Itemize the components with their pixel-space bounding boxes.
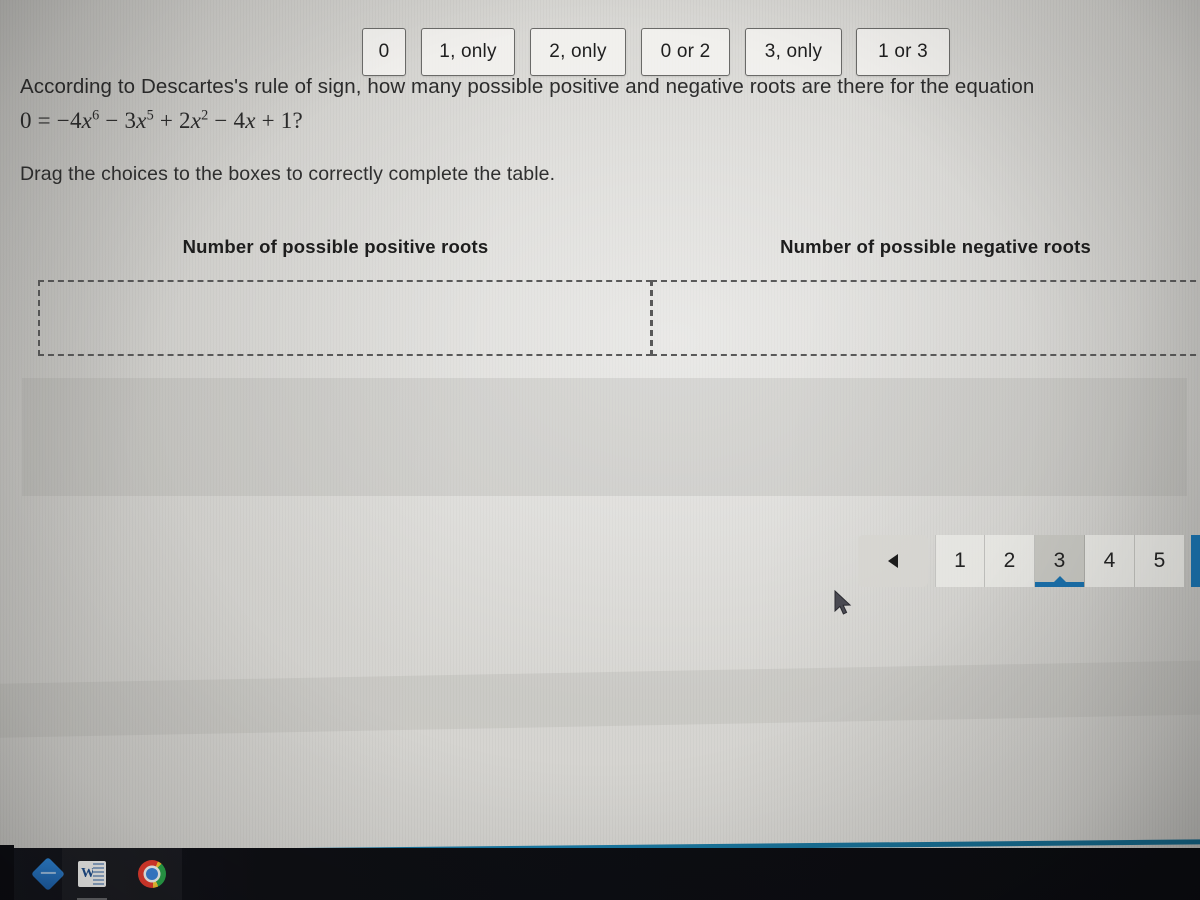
previous-page-button[interactable]: [858, 535, 928, 587]
page-number-button[interactable]: 5: [1135, 535, 1185, 587]
page-number-label: 1: [954, 549, 966, 572]
choices-tray: [22, 378, 1187, 496]
choice-tile[interactable]: 0 or 2: [641, 28, 730, 76]
choice-tiles: 0 1, only 2, only 0 or 2 3, only 1 or 3: [0, 0, 1200, 118]
page-number-button[interactable]: 2: [985, 535, 1035, 587]
taskbar-item-word[interactable]: W: [62, 848, 122, 900]
page-number-label: 4: [1103, 549, 1116, 572]
next-page-button[interactable]: [1191, 535, 1200, 587]
microsoft-word-icon: W: [78, 861, 106, 887]
negative-roots-dropzone[interactable]: [651, 280, 1200, 356]
page-number-strip: 1 2 3 4 5: [935, 535, 1185, 587]
choice-tile[interactable]: 1, only: [421, 28, 515, 76]
column-header-negative-roots: Number of possible negative roots: [780, 236, 1091, 257]
page-number-button[interactable]: 4: [1085, 535, 1135, 587]
positive-roots-dropzone[interactable]: [38, 280, 652, 356]
dropzone-row: [0, 280, 1200, 358]
table-header-row: Number of possible positive roots Number…: [20, 236, 1200, 266]
desktop-edge: [0, 845, 14, 900]
page-number-button[interactable]: 3: [1035, 535, 1085, 587]
page-number-label: 5: [1153, 549, 1166, 572]
left-arrow-icon: [888, 554, 898, 568]
page-number-button[interactable]: 1: [935, 535, 985, 587]
mouse-cursor: [833, 589, 853, 623]
page-number-label: 2: [1003, 549, 1016, 572]
screen-glare-band: [0, 659, 1200, 739]
google-chrome-icon: [138, 860, 166, 888]
choice-tile[interactable]: 1 or 3: [856, 28, 950, 76]
windows-taskbar: W: [0, 848, 1200, 900]
choice-tile[interactable]: 2, only: [530, 28, 626, 76]
page-number-label: 3: [1053, 549, 1066, 572]
monitor-photo: According to Descartes's rule of sign, h…: [0, 0, 1200, 900]
drag-instruction: Drag the choices to the boxes to correct…: [20, 163, 556, 185]
quiz-page: According to Descartes's rule of sign, h…: [0, 0, 1200, 852]
pagination: 1 2 3 4 5: [858, 535, 1200, 587]
screen-surface: According to Descartes's rule of sign, h…: [0, 0, 1200, 852]
taskbar-item-chrome[interactable]: [122, 848, 182, 900]
blue-diamond-app-icon: [31, 857, 65, 891]
active-page-marker-icon: [1052, 576, 1067, 583]
choice-tile[interactable]: 0: [362, 28, 406, 76]
column-header-positive-roots: Number of possible positive roots: [182, 236, 489, 257]
word-page-lines: [93, 863, 104, 885]
choice-tile[interactable]: 3, only: [745, 28, 842, 76]
